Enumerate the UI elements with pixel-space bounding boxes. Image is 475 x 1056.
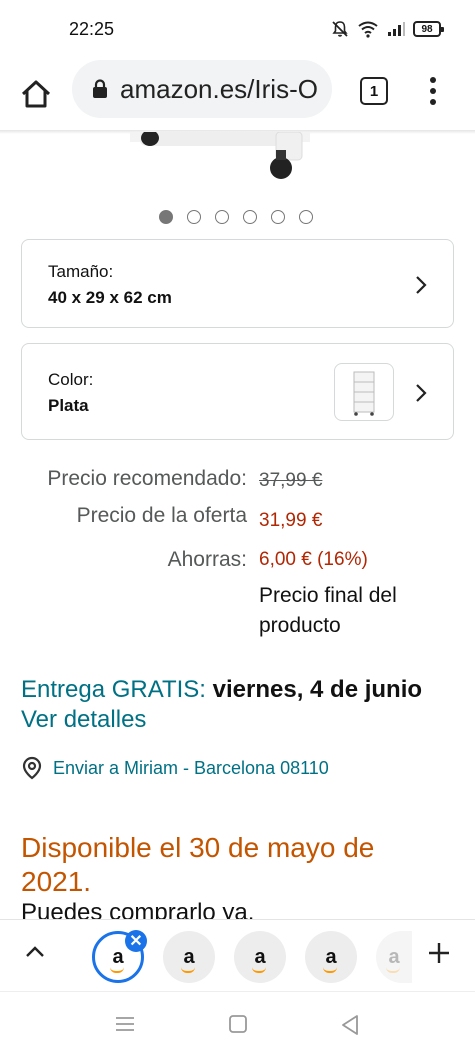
see-details-link[interactable]: Ver detalles bbox=[21, 706, 146, 733]
status-time: 22:25 bbox=[69, 19, 115, 39]
system-nav-bar bbox=[0, 991, 475, 1056]
signal-icon bbox=[388, 22, 405, 36]
new-tab-icon[interactable] bbox=[426, 940, 452, 966]
offer-price-value: 31,99 € bbox=[259, 510, 323, 531]
lock-icon bbox=[93, 79, 107, 98]
chevron-right-icon bbox=[416, 276, 427, 294]
carousel-dot[interactable] bbox=[271, 210, 285, 224]
carousel-dots bbox=[159, 210, 313, 224]
carousel-dot[interactable] bbox=[159, 210, 173, 224]
size-selector[interactable]: Tamaño: 40 x 29 x 62 cm bbox=[21, 239, 454, 328]
savings-value: 6,00 € (16%) bbox=[259, 549, 368, 570]
size-label: Tamaño: bbox=[48, 262, 114, 281]
amazon-logo-icon: a bbox=[386, 946, 401, 973]
menu-icon[interactable] bbox=[424, 74, 442, 108]
wifi-icon bbox=[358, 21, 378, 38]
tab-thumbnail[interactable]: a bbox=[234, 931, 286, 983]
availability-title: Disponible el 30 de mayo de 2021. bbox=[21, 832, 375, 897]
carousel-dot[interactable] bbox=[187, 210, 201, 224]
mute-icon bbox=[332, 21, 348, 37]
carousel-dot[interactable] bbox=[299, 210, 313, 224]
color-value: Plata bbox=[48, 396, 89, 415]
amazon-logo-icon: a bbox=[110, 946, 125, 973]
recommended-price-label: Precio recomendado: bbox=[47, 467, 247, 490]
price-note: Precio final del producto bbox=[259, 584, 397, 637]
carousel-dot[interactable] bbox=[215, 210, 229, 224]
ship-to-text: Enviar a Miriam - Barcelona 08110 bbox=[53, 757, 329, 778]
delivery-date: viernes, 4 de junio bbox=[212, 676, 423, 703]
amazon-logo-icon: a bbox=[252, 946, 267, 973]
status-bar: 22:25 98 bbox=[0, 0, 475, 60]
color-thumbnail[interactable] bbox=[334, 363, 394, 421]
tab-switcher-button[interactable]: 1 bbox=[360, 77, 388, 105]
carousel-dot[interactable] bbox=[243, 210, 257, 224]
color-selector[interactable]: Color: Plata bbox=[21, 343, 454, 440]
storage-cart-thumbnail-icon bbox=[353, 371, 375, 416]
amazon-logo-icon: a bbox=[181, 946, 196, 973]
close-tab-icon[interactable]: ✕ bbox=[125, 930, 147, 952]
tab-thumbnail-selected[interactable]: a ✕ bbox=[92, 930, 147, 983]
size-value: 40 x 29 x 62 cm bbox=[48, 288, 172, 307]
ship-to-location[interactable]: Enviar a Miriam - Barcelona 08110 bbox=[21, 756, 329, 780]
home-icon[interactable] bbox=[18, 76, 54, 112]
offer-price-label: Precio de la oferta bbox=[76, 504, 247, 527]
free-delivery-label: Entrega GRATIS: bbox=[21, 676, 206, 703]
savings-label: Ahorras: bbox=[167, 548, 247, 571]
tab-thumbnail[interactable]: a bbox=[305, 931, 357, 983]
status-icons: 98 bbox=[331, 20, 444, 38]
product-image[interactable] bbox=[130, 132, 310, 187]
battery-icon: 98 bbox=[413, 21, 444, 37]
amazon-logo-icon: a bbox=[323, 946, 338, 973]
recents-icon[interactable] bbox=[114, 1014, 136, 1034]
chevron-right-icon bbox=[416, 384, 427, 402]
url-bar[interactable]: amazon.es/Iris-O bbox=[72, 60, 332, 118]
chevron-up-icon[interactable] bbox=[24, 945, 46, 959]
color-label: Color: bbox=[48, 370, 94, 389]
recommended-price-value: 37,99 € bbox=[259, 470, 323, 491]
browser-toolbar: amazon.es/Iris-O 1 bbox=[0, 60, 475, 130]
tab-strip: a ✕ a a a a bbox=[0, 919, 475, 991]
location-pin-icon bbox=[22, 756, 42, 780]
url-text: amazon.es/Iris-O bbox=[120, 73, 318, 104]
tab-thumbnail-partial[interactable]: a bbox=[376, 931, 412, 983]
home-nav-icon[interactable] bbox=[228, 1014, 248, 1034]
back-icon[interactable] bbox=[340, 1014, 360, 1036]
delivery-info: Entrega GRATIS: viernes, 4 de junio Ver … bbox=[21, 675, 451, 735]
tab-thumbnail[interactable]: a bbox=[163, 931, 215, 983]
availability-subtitle: Puedes comprarlo ya. bbox=[21, 899, 255, 919]
